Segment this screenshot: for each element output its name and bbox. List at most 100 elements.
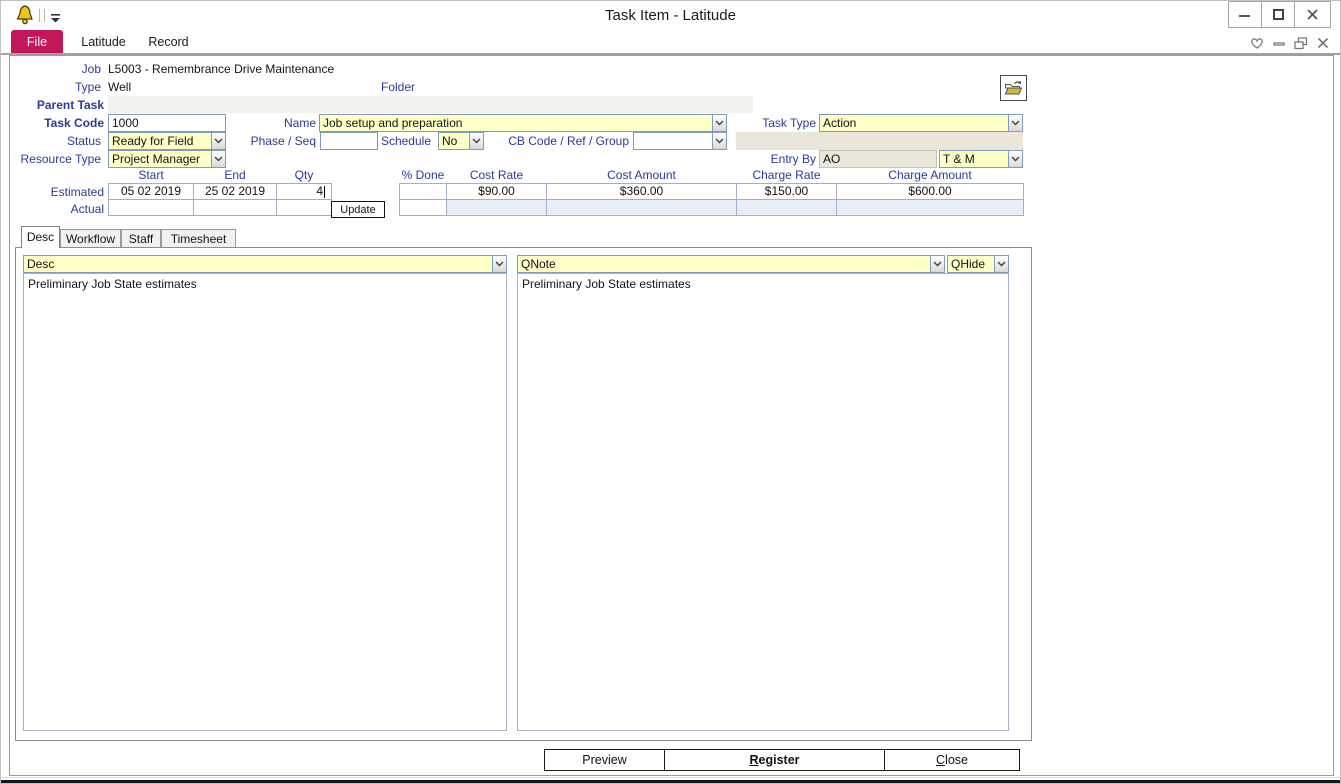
panel-close-icon[interactable] xyxy=(1315,36,1331,50)
type-label: Type xyxy=(11,80,101,95)
cb-code-combo[interactable] xyxy=(633,132,727,150)
qhide-combo-value: QHide xyxy=(948,256,994,272)
actual-row-label: Actual xyxy=(11,202,104,217)
tab-staff[interactable]: Staff xyxy=(121,229,161,248)
application-window: Task Item - Latitude File Latitude Recor… xyxy=(0,0,1341,784)
phase-seq-label: Phase / Seq xyxy=(241,134,316,149)
qnote-combo[interactable]: QNote xyxy=(517,255,945,273)
panel-restore-icon[interactable] xyxy=(1293,36,1309,50)
register-button[interactable]: Register xyxy=(664,749,885,771)
maximize-icon xyxy=(1272,8,1285,21)
minimize-button[interactable] xyxy=(1228,1,1262,28)
name-combo[interactable]: Job setup and preparation xyxy=(319,114,727,132)
schedule-combo[interactable]: No xyxy=(438,132,484,150)
status-bar-divider xyxy=(1,777,1340,778)
ribbon-tab-latitude[interactable]: Latitude xyxy=(76,30,131,53)
estimated-charge-rate-cell[interactable]: $150.00 xyxy=(736,183,837,200)
estimated-cost-amount-cell[interactable]: $360.00 xyxy=(546,183,737,200)
actual-cost-rate-cell[interactable] xyxy=(446,199,547,216)
schedule-label: Schedule xyxy=(371,134,431,149)
estimated-charge-amount-cell[interactable]: $600.00 xyxy=(836,183,1024,200)
estimated-pct-done-cell[interactable] xyxy=(399,183,447,200)
grid-header-qty: Qty xyxy=(276,169,332,182)
chevron-down-icon[interactable] xyxy=(712,133,726,149)
title-bar: Task Item - Latitude xyxy=(1,1,1340,30)
chevron-down-icon[interactable] xyxy=(1008,115,1022,131)
task-type-combo-value: Action xyxy=(820,115,1008,131)
register-button-label: egister xyxy=(759,753,800,767)
qnote-combo-value: QNote xyxy=(518,256,930,272)
close-icon xyxy=(1306,8,1319,21)
task-type-label: Task Type xyxy=(741,116,816,131)
chevron-down-icon[interactable] xyxy=(994,256,1008,272)
estimated-cost-rate-cell[interactable]: $90.00 xyxy=(446,183,547,200)
chevron-down-icon[interactable] xyxy=(492,256,506,272)
status-combo[interactable]: Ready for Field xyxy=(108,132,226,150)
ribbon-tab-record[interactable]: Record xyxy=(141,30,196,53)
reserved-field xyxy=(736,132,1023,150)
estimated-start-cell[interactable]: 05 02 2019 xyxy=(108,183,194,200)
close-form-button[interactable]: Close xyxy=(884,749,1020,771)
grid-header-cost-amount: Cost Amount xyxy=(546,169,737,182)
panel-minimize-icon[interactable] xyxy=(1271,36,1287,50)
grid-header-end: End xyxy=(193,169,277,182)
tab-timesheet[interactable]: Timesheet xyxy=(161,229,236,248)
chevron-down-icon[interactable] xyxy=(1008,151,1022,167)
name-label: Name xyxy=(251,116,316,131)
schedule-combo-value: No xyxy=(439,133,469,149)
actual-charge-amount-cell[interactable] xyxy=(836,199,1024,216)
desc-textarea[interactable]: Preliminary Job State estimates xyxy=(23,273,507,731)
preview-button[interactable]: Preview xyxy=(544,749,665,771)
resource-type-combo[interactable]: Project Manager xyxy=(108,150,226,168)
cb-code-label: CB Code / Ref / Group xyxy=(496,134,629,149)
chevron-down-icon[interactable] xyxy=(712,115,726,131)
resource-type-label: Resource Type xyxy=(11,152,101,167)
update-button[interactable]: Update xyxy=(331,201,385,218)
job-value: L5003 - Remembrance Drive Maintenance xyxy=(108,62,334,77)
tab-desc[interactable]: Desc xyxy=(21,226,60,248)
close-button-label: lose xyxy=(945,753,968,767)
grid-header-charge-amount: Charge Amount xyxy=(836,169,1024,182)
job-label: Job xyxy=(11,62,101,77)
task-type-combo[interactable]: Action xyxy=(819,114,1023,132)
estimated-end-cell[interactable]: 25 02 2019 xyxy=(193,183,277,200)
entry-method-combo[interactable]: T & M xyxy=(939,150,1023,168)
chevron-down-icon[interactable] xyxy=(930,256,944,272)
actual-charge-rate-cell[interactable] xyxy=(736,199,837,216)
open-folder-icon xyxy=(1004,80,1023,96)
actual-pct-done-cell[interactable] xyxy=(399,199,447,216)
name-combo-value: Job setup and preparation xyxy=(320,115,712,131)
chevron-down-icon[interactable] xyxy=(211,151,225,167)
grid-header-pct-done: % Done xyxy=(399,169,447,182)
actual-cost-amount-cell[interactable] xyxy=(546,199,737,216)
desc-combo[interactable]: Desc xyxy=(23,255,507,273)
task-code-label: Task Code xyxy=(11,116,104,131)
parent-task-field[interactable] xyxy=(108,96,753,113)
ribbon-tab-file[interactable]: File xyxy=(11,30,63,53)
actual-end-cell[interactable] xyxy=(193,199,277,216)
tab-workflow[interactable]: Workflow xyxy=(60,229,121,248)
entry-method-combo-value: T & M xyxy=(940,151,1008,167)
folder-label: Folder xyxy=(381,80,436,95)
qhide-combo[interactable]: QHide xyxy=(947,255,1009,273)
actual-start-cell[interactable] xyxy=(108,199,194,216)
window-title: Task Item - Latitude xyxy=(1,7,1340,24)
entry-by-label: Entry By xyxy=(741,152,816,167)
heart-icon[interactable] xyxy=(1249,36,1265,50)
actual-qty-cell[interactable] xyxy=(276,199,332,216)
chevron-down-icon[interactable] xyxy=(211,133,225,149)
cb-code-combo-value xyxy=(634,133,712,149)
estimated-qty-value: 4 xyxy=(316,184,323,198)
phase-seq-input[interactable] xyxy=(320,132,378,150)
maximize-button[interactable] xyxy=(1261,1,1295,28)
task-code-input[interactable]: 1000 xyxy=(108,114,226,132)
qnote-textarea[interactable]: Preliminary Job State estimates xyxy=(517,273,1009,731)
register-button-accesskey: R xyxy=(749,753,758,767)
grid-header-charge-rate: Charge Rate xyxy=(736,169,837,182)
chevron-down-icon[interactable] xyxy=(469,133,483,149)
status-combo-value: Ready for Field xyxy=(109,133,211,149)
close-button[interactable] xyxy=(1294,1,1331,28)
desc-combo-value: Desc xyxy=(24,256,492,272)
open-folder-button[interactable] xyxy=(1000,75,1027,101)
estimated-qty-cell[interactable]: 4 xyxy=(276,183,332,200)
